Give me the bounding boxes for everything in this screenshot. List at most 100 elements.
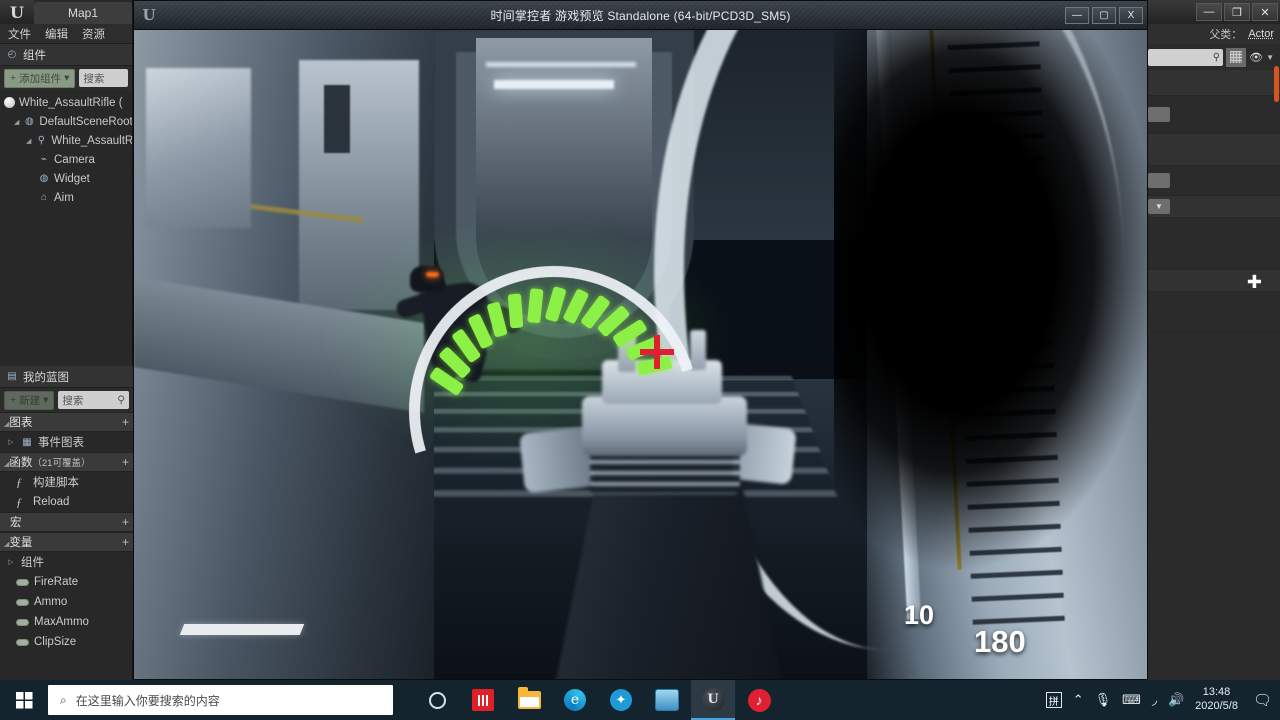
game-minimize-button[interactable]: — xyxy=(1065,6,1089,24)
details-row[interactable] xyxy=(1148,166,1280,196)
details-row[interactable] xyxy=(1148,70,1280,96)
expand-arrow-icon[interactable]: ▷ xyxy=(8,438,16,446)
add-graph-icon[interactable]: + xyxy=(122,415,129,429)
details-row[interactable] xyxy=(1148,134,1280,166)
add-macro-icon[interactable]: + xyxy=(122,515,129,529)
chevron-up-icon[interactable]: ⌃ xyxy=(1073,692,1084,708)
search-icon: ⌕ xyxy=(60,692,67,707)
microphone-icon[interactable]: 🎙 xyxy=(1095,692,1112,708)
edge-browser-icon[interactable]: e xyxy=(553,680,597,720)
photos-icon[interactable] xyxy=(645,680,689,720)
expand-arrow-icon[interactable]: ◢ xyxy=(14,118,19,126)
expand-arrow-icon[interactable]: ▷ xyxy=(8,558,16,566)
list-item-event-graph[interactable]: ▷ ▦ 事件图表 xyxy=(0,432,133,452)
tree-item-camera[interactable]: ⌁ Camera xyxy=(0,150,132,169)
editor-maximize-button[interactable]: ❐ xyxy=(1224,3,1250,21)
components-search-input[interactable]: 搜索 xyxy=(79,69,128,87)
weapon-rear-post xyxy=(690,330,706,370)
my-blueprint-toolbar: + 新建 ▾ 搜索 ⚲ xyxy=(0,388,133,412)
details-scrollbar[interactable] xyxy=(1274,66,1279,102)
add-element-button[interactable]: ✚ xyxy=(1247,272,1262,293)
tree-item-widget[interactable]: ◍ Widget xyxy=(0,169,132,188)
sphere-icon xyxy=(4,97,15,108)
cortana-icon[interactable] xyxy=(415,680,459,720)
volume-icon[interactable]: 🔊 xyxy=(1168,692,1184,708)
game-maximize-button[interactable]: ▢ xyxy=(1092,6,1116,24)
add-component-button[interactable]: + 添加组件 ▾ xyxy=(4,68,76,88)
game-window-title: 时间掌控者 游戏预览 Standalone (64-bit/PCD3D_SM5) xyxy=(490,8,791,23)
widget-icon: ◍ xyxy=(39,173,49,184)
editor-close-button[interactable]: ✕ xyxy=(1252,3,1278,21)
section-label: 变量 xyxy=(9,537,33,549)
list-item-clipsize[interactable]: ClipSize xyxy=(0,632,133,652)
my-blueprint-search-input[interactable]: 搜索 ⚲ xyxy=(58,391,129,409)
section-variables[interactable]: ◢变量 + xyxy=(0,532,133,552)
tree-item-defaultsceneroot[interactable]: ◢ ◍ DefaultSceneRoot xyxy=(0,112,132,131)
chevron-down-icon[interactable]: ▼ xyxy=(1266,53,1274,62)
details-dropdown[interactable]: ▼ xyxy=(1148,199,1170,214)
list-item-components-category[interactable]: ▷ 组件 xyxy=(0,552,133,572)
clock[interactable]: 13:48 2020/5/8 xyxy=(1195,686,1238,714)
details-grid-view-button[interactable] xyxy=(1226,47,1247,67)
list-item-label: MaxAmmo xyxy=(34,616,89,628)
unreal-logo-icon: U xyxy=(0,0,34,24)
tab-map1[interactable]: Map1 xyxy=(34,2,132,24)
parent-class-value[interactable]: Actor xyxy=(1248,28,1274,40)
section-graphs[interactable]: ◢图表 + xyxy=(0,412,133,432)
details-row[interactable] xyxy=(1148,292,1280,332)
components-toolbar: + 添加组件 ▾ 搜索 xyxy=(0,66,132,90)
game-preview-window: U 时间掌控者 游戏预览 Standalone (64-bit/PCD3D_SM… xyxy=(133,0,1148,680)
tree-item-aim[interactable]: ⌂ Aim xyxy=(0,188,132,207)
list-item-ammo[interactable]: Ammo xyxy=(0,592,133,612)
wifi-icon[interactable]: ◞ xyxy=(1152,692,1157,708)
editor-minimize-button[interactable]: — xyxy=(1196,3,1222,21)
details-row[interactable] xyxy=(1148,96,1280,134)
plus-icon: + xyxy=(10,72,17,84)
file-explorer-icon[interactable] xyxy=(507,680,551,720)
editor-tab-bar: U Map1 xyxy=(0,0,132,24)
game-close-button[interactable]: X xyxy=(1119,6,1143,24)
menu-file[interactable]: 文件 xyxy=(8,26,31,42)
game-viewport[interactable]: 10 180 xyxy=(134,30,1147,679)
book-icon: ▤ xyxy=(7,371,17,382)
details-value-field[interactable] xyxy=(1148,107,1170,122)
section-functions[interactable]: ◢函数（21可覆盖） + xyxy=(0,452,133,472)
list-item-maxammo[interactable]: MaxAmmo xyxy=(0,612,133,632)
parent-class-row: 父类： Actor xyxy=(1148,24,1280,44)
keyboard-icon[interactable]: ⌨ xyxy=(1122,692,1141,708)
section-sublabel: （21可覆盖） xyxy=(32,458,91,469)
netease-music-icon[interactable]: ♪ xyxy=(737,680,781,720)
details-search-input[interactable]: ⚲ xyxy=(1148,48,1224,66)
list-item-construction-script[interactable]: ƒ 构建脚本 xyxy=(0,472,133,492)
visibility-eye-icon[interactable]: 👁 xyxy=(1249,51,1263,64)
variable-icon xyxy=(16,598,29,606)
game-window-controls: — ▢ X xyxy=(1065,6,1143,24)
details-value-field[interactable] xyxy=(1148,173,1170,188)
menu-edit[interactable]: 编辑 xyxy=(45,26,68,42)
tree-item-white-assaultrifle[interactable]: White_AssaultRifle ( xyxy=(0,93,132,112)
list-item-reload[interactable]: ƒ Reload xyxy=(0,492,133,512)
camera-icon: ⌁ xyxy=(40,154,48,165)
section-macros[interactable]: 宏 + xyxy=(0,512,133,532)
app-red-icon[interactable] xyxy=(461,680,505,720)
details-row[interactable]: ▼ xyxy=(1148,196,1280,218)
start-button[interactable] xyxy=(0,680,48,720)
taskbar-search-input[interactable]: ⌕ 在这里输入你要搜索的内容 xyxy=(48,685,393,715)
unreal-engine-icon[interactable]: U xyxy=(691,680,735,720)
notifications-icon[interactable]: 🗨 xyxy=(1249,691,1272,709)
add-variable-icon[interactable]: + xyxy=(122,535,129,549)
editor-right-column: — ❐ ✕ 父类： Actor ⚲ 👁 ▼ ▼ ✚ xyxy=(1147,0,1280,680)
add-function-icon[interactable]: + xyxy=(122,455,129,469)
expand-arrow-icon[interactable]: ◢ xyxy=(26,137,31,145)
components-panel-title: 组件 xyxy=(23,49,46,62)
menu-assets[interactable]: 资源 xyxy=(82,26,105,42)
screen: U Map1 文件 编辑 资源 ◴ 组件 + 添加组件 ▾ 搜索 White_A… xyxy=(0,0,1280,720)
ime-indicator-icon[interactable]: 拼 xyxy=(1045,692,1062,708)
new-item-button[interactable]: + 新建 ▾ xyxy=(4,390,55,410)
app-blue-icon[interactable]: ✦ xyxy=(599,680,643,720)
game-window-titlebar[interactable]: U 时间掌控者 游戏预览 Standalone (64-bit/PCD3D_SM… xyxy=(134,1,1147,30)
list-item-firerate[interactable]: FireRate xyxy=(0,572,133,592)
tree-item-white-assaultr[interactable]: ◢ ⚲ White_AssaultR xyxy=(0,131,132,150)
details-row[interactable] xyxy=(1148,218,1280,270)
details-search-row: ⚲ 👁 ▼ xyxy=(1148,44,1280,70)
